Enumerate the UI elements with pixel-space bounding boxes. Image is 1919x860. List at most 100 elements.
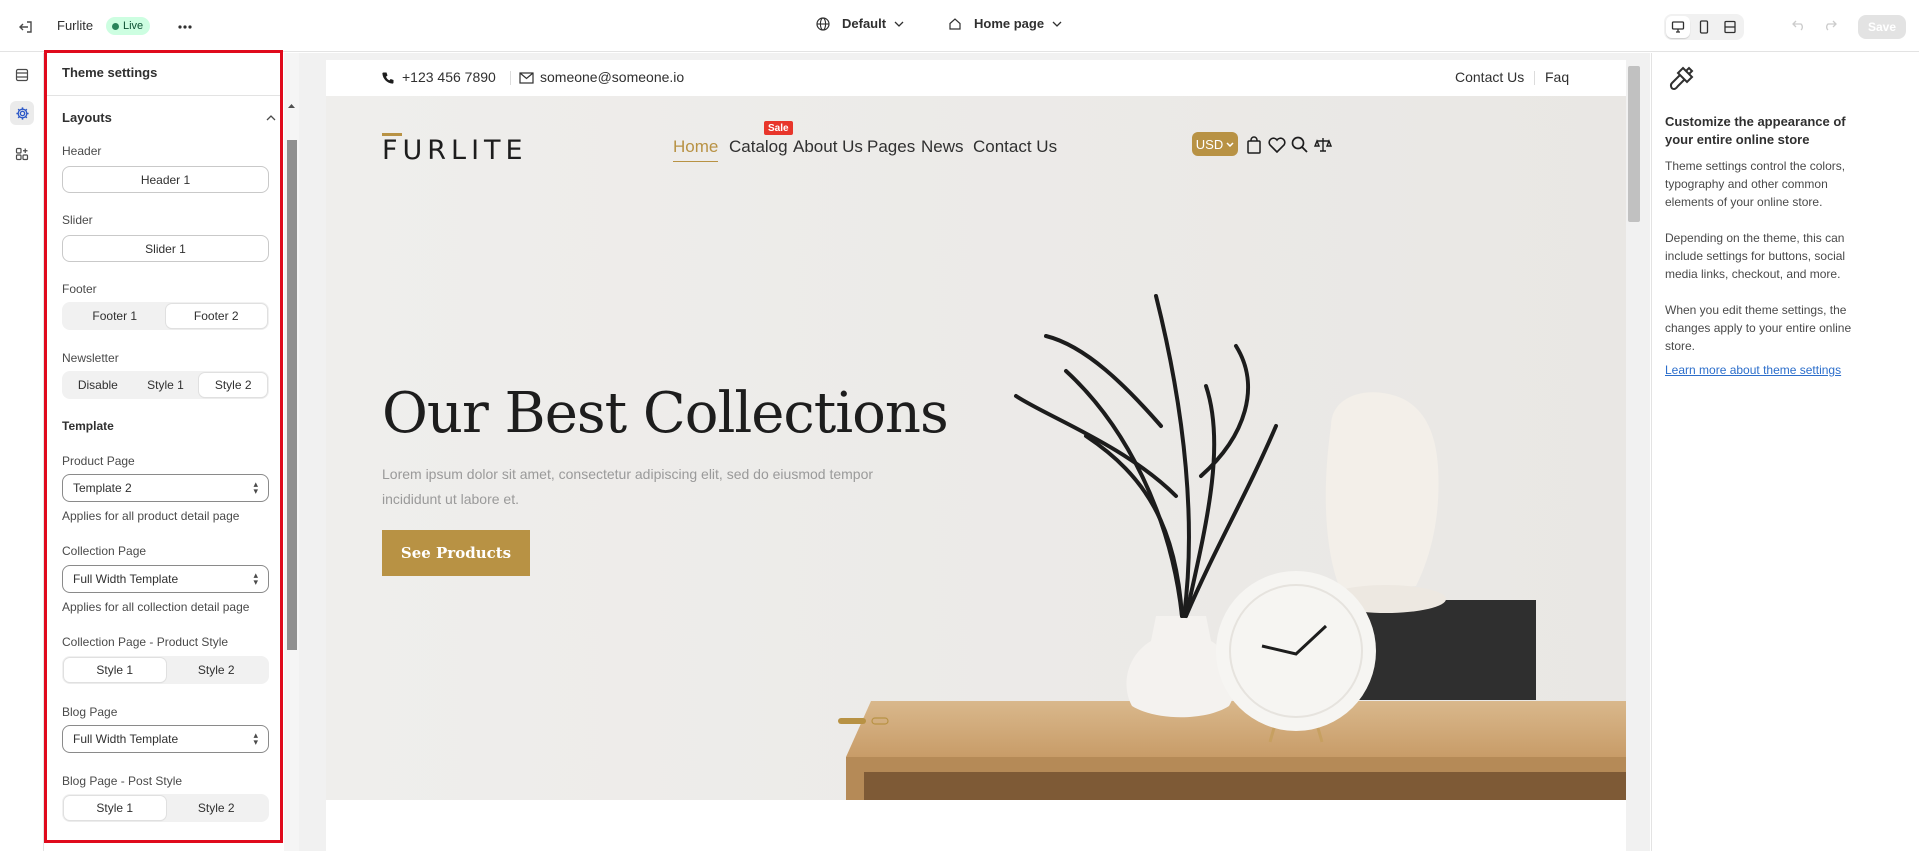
product-page-select[interactable]: Template 2 ▴ ▾ (62, 474, 269, 502)
product-page-label: Product Page (62, 454, 135, 468)
store-preview: +123 456 7890 someone@someone.io Contact… (326, 60, 1626, 860)
preview-size-group (1664, 14, 1744, 40)
left-rail (0, 53, 44, 851)
collection-style-option[interactable]: Style 2 (166, 658, 268, 682)
panel-scrollbar-thumb[interactable] (287, 140, 297, 650)
footer-option[interactable]: Footer 1 (64, 304, 166, 328)
status-badge: Live (106, 17, 151, 35)
info-paragraph: Depending on the theme, this can include… (1665, 231, 1846, 281)
mobile-view-button[interactable] (1692, 16, 1716, 38)
template-heading: Template (62, 419, 114, 433)
hero-image (326, 96, 1626, 800)
store-email[interactable]: someone@someone.io (540, 69, 684, 85)
mail-icon (519, 72, 534, 84)
info-panel: Customize the appearance of your entire … (1651, 53, 1919, 851)
blog-post-style-segmented-control: Style 1 Style 2 (62, 794, 269, 822)
select-arrows-icon: ▴ ▾ (253, 479, 258, 496)
globe-icon (816, 16, 830, 31)
collection-page-value: Full Width Template (73, 572, 179, 586)
footer-label: Footer (62, 282, 97, 296)
exit-button[interactable] (16, 17, 36, 37)
see-products-button[interactable]: See Products (382, 530, 530, 576)
newsletter-option[interactable]: Style 1 (132, 373, 200, 397)
newsletter-segmented-control: Disable Style 1 Style 2 (62, 371, 269, 399)
more-button[interactable] (174, 17, 196, 37)
collection-page-help: Applies for all collection detail page (62, 600, 250, 614)
info-paragraph: Theme settings control the colors, typog… (1665, 159, 1846, 209)
fullscreen-view-button[interactable] (1718, 16, 1742, 38)
preview-scrollbar-thumb[interactable] (1628, 66, 1640, 222)
currency-select[interactable]: USD (1192, 132, 1238, 156)
blog-post-style-label: Blog Page - Post Style (62, 774, 183, 788)
nav-about[interactable]: About Us (793, 137, 863, 157)
chevron-down-icon (1052, 21, 1062, 27)
collection-style-label: Collection Page - Product Style (62, 635, 229, 649)
blog-page-value: Full Width Template (73, 732, 179, 746)
store-topbar: +123 456 7890 someone@someone.io Contact… (326, 60, 1626, 96)
save-button[interactable]: Save (1858, 15, 1906, 39)
undo-button[interactable] (1792, 19, 1806, 31)
hero-slider: FURLITE Home Catalog About Us Pages News… (326, 96, 1626, 800)
status-dot (112, 22, 119, 30)
phone-icon (382, 72, 394, 84)
store-phone[interactable]: +123 456 7890 (402, 69, 496, 85)
product-page-help: Applies for all product detail page (62, 509, 240, 523)
redo-icon (1826, 20, 1837, 31)
scroll-up-icon (288, 104, 295, 108)
blog-page-select[interactable]: Full Width Template ▴ ▾ (62, 725, 269, 753)
blog-post-style-option[interactable]: Style 2 (166, 796, 268, 820)
settings-icon (15, 106, 29, 120)
sale-badge: Sale (764, 121, 793, 135)
fullscreen-icon (1724, 20, 1736, 34)
nav-news[interactable]: News (921, 137, 964, 157)
cart-icon[interactable] (1246, 136, 1262, 154)
chevron-down-icon (1226, 141, 1234, 147)
redo-button[interactable] (1823, 19, 1837, 31)
newsletter-option[interactable]: Style 2 (199, 373, 268, 397)
collection-page-label: Collection Page (62, 544, 147, 558)
info-heading: Customize the appearance of your entire … (1665, 114, 1846, 147)
collection-page-select[interactable]: Full Width Template ▴ ▾ (62, 565, 269, 593)
nav-catalog[interactable]: Catalog (729, 137, 788, 157)
desktop-view-button[interactable] (1666, 16, 1690, 38)
exit-icon (19, 21, 32, 33)
theme-selector[interactable]: Default (816, 16, 904, 31)
slider-picker[interactable]: Slider 1 (62, 235, 269, 262)
chevron-up-icon (266, 114, 276, 120)
select-arrows-icon: ▴ ▾ (253, 730, 258, 747)
home-icon (949, 17, 961, 30)
blog-post-style-option[interactable]: Style 1 (64, 796, 166, 820)
nav-home[interactable]: Home (673, 137, 719, 162)
currency-label: USD (1195, 136, 1224, 152)
wishlist-icon[interactable] (1268, 137, 1286, 153)
chevron-down-icon (894, 21, 904, 27)
nav-pages[interactable]: Pages (867, 137, 915, 157)
product-page-value: Template 2 (73, 481, 132, 495)
top-link-contact[interactable]: Contact Us (1455, 69, 1524, 85)
sections-rail-button[interactable] (10, 63, 34, 87)
newsletter-option[interactable]: Disable (64, 373, 132, 397)
learn-more-link[interactable]: Learn more about theme settings (1665, 363, 1841, 377)
page-selector[interactable]: Home page (948, 16, 1062, 31)
collection-style-option[interactable]: Style 1 (64, 658, 166, 682)
store-logo[interactable]: FURLITE (382, 133, 542, 166)
footer-option[interactable]: Footer 2 (165, 304, 267, 328)
layouts-section-toggle[interactable]: Layouts (62, 110, 276, 125)
panel-title: Theme settings (62, 65, 158, 80)
divider (1534, 71, 1535, 85)
store-name: Furlite (57, 18, 94, 33)
blog-page-label: Blog Page (62, 705, 118, 719)
mobile-icon (1699, 20, 1709, 34)
slider-label: Slider (62, 213, 93, 227)
collection-style-segmented-control: Style 1 Style 2 (62, 656, 269, 684)
header-picker[interactable]: Header 1 (62, 166, 269, 193)
divider (510, 71, 511, 85)
theme-settings-rail-button[interactable] (10, 101, 34, 125)
top-link-faq[interactable]: Faq (1545, 69, 1569, 85)
compare-icon[interactable] (1314, 137, 1332, 153)
select-arrows-icon: ▴ ▾ (253, 570, 258, 587)
apps-rail-button[interactable] (10, 142, 34, 166)
search-icon[interactable] (1291, 136, 1308, 153)
theme-selector-label: Default (842, 16, 887, 31)
nav-contact[interactable]: Contact Us (973, 137, 1057, 157)
